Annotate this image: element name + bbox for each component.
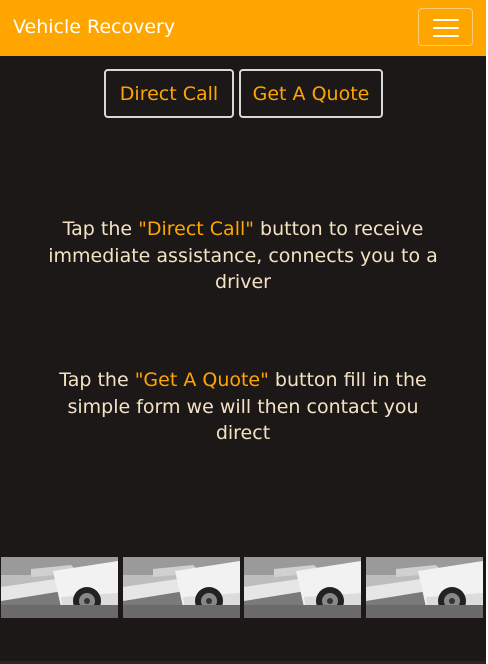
get-quote-instructions: Tap the "Get A Quote" button fill in the… — [40, 367, 446, 447]
tow-truck-image — [366, 557, 483, 618]
tow-truck-gallery — [0, 557, 486, 619]
get-quote-button[interactable]: Get A Quote — [239, 69, 383, 118]
page: Vehicle Recovery Direct Call Get A Quote… — [0, 0, 486, 664]
navbar-brand[interactable]: Vehicle Recovery — [13, 15, 175, 39]
tow-truck-image — [244, 557, 361, 618]
instruction-prefix: Tap the — [62, 218, 139, 240]
instruction-prefix: Tap the — [59, 369, 135, 391]
direct-call-instructions: Tap the "Direct Call" button to receive … — [40, 216, 446, 296]
navbar-toggler-button[interactable] — [418, 8, 473, 46]
instruction-highlight: "Get A Quote" — [134, 369, 269, 391]
instruction-highlight: "Direct Call" — [138, 218, 254, 240]
navbar: Vehicle Recovery — [0, 0, 486, 56]
tow-truck-image — [1, 557, 118, 618]
direct-call-button[interactable]: Direct Call — [104, 69, 234, 118]
tow-truck-image — [123, 557, 240, 618]
